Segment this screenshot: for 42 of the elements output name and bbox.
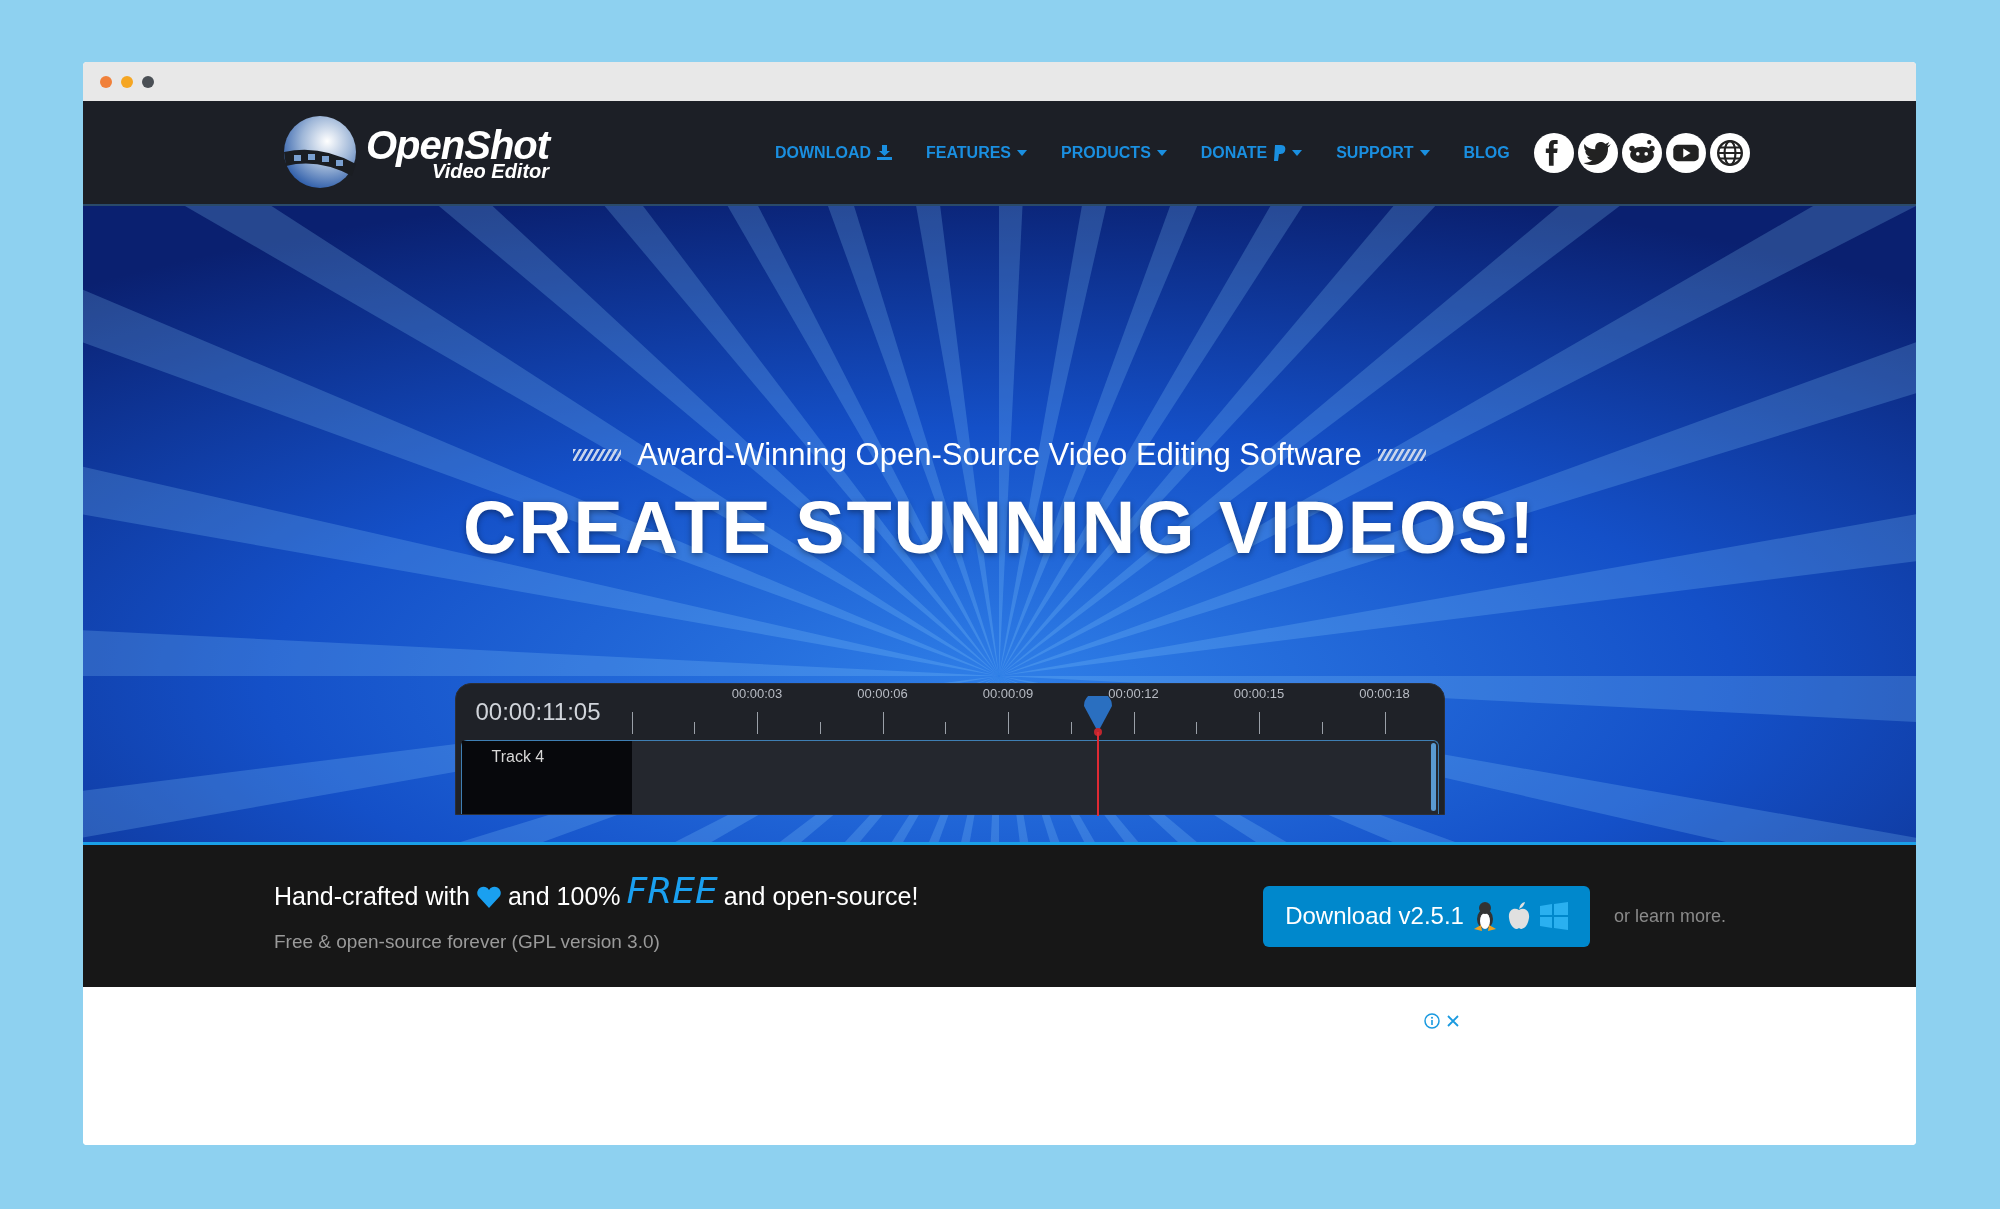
- nav-link[interactable]: SUPPORT: [1336, 140, 1430, 165]
- ruler-time-label: 00:00:09: [982, 684, 1034, 703]
- timecode: 00:00:11:05: [474, 696, 602, 727]
- stripe-ornament-icon: [1377, 449, 1426, 462]
- license-note: Free & open-source forever (GPL version 3.0): [274, 929, 661, 954]
- caret-icon: [1156, 149, 1167, 156]
- nav-link[interactable]: FEATURES: [926, 140, 1028, 165]
- heart-icon: [475, 885, 502, 908]
- facebook-icon[interactable]: [1533, 132, 1574, 173]
- reddit-icon[interactable]: [1621, 132, 1662, 173]
- scrollbar-handle[interactable]: [1430, 742, 1436, 811]
- twitter-icon[interactable]: [1577, 132, 1618, 173]
- ruler-time-label: 00:00:12: [1108, 684, 1159, 703]
- track-label: Track 4: [491, 747, 545, 765]
- ruler-time-label: 00:00:15: [1233, 684, 1285, 703]
- close-icon[interactable]: [1446, 1014, 1460, 1028]
- learn-more-link[interactable]: or learn more.: [1613, 902, 1726, 930]
- ruler-time-label: 00:00:06: [857, 684, 908, 703]
- hero-title: CREATE STUNNING VIDEOS!: [462, 490, 1537, 565]
- windows-icon: [1539, 902, 1568, 930]
- caret-icon: [1292, 149, 1303, 156]
- stripe-ornament-icon: [573, 449, 622, 462]
- promo-text: Hand-crafted with: [274, 881, 470, 912]
- nav-link[interactable]: DONATE: [1200, 140, 1303, 165]
- caret-icon: [1419, 149, 1430, 156]
- video-play-icon[interactable]: [1665, 132, 1706, 173]
- logo-wordmark[interactable]: OpenShot: [366, 124, 550, 165]
- download-icon: [877, 145, 892, 160]
- ruler-time-label: 00:00:18: [1359, 684, 1410, 703]
- nav-link[interactable]: PRODUCTS: [1061, 140, 1167, 165]
- paypal-icon: [1273, 144, 1287, 161]
- caret-icon: [1017, 149, 1028, 156]
- nav-link[interactable]: BLOG: [1463, 140, 1510, 165]
- ruler-time-label: 00:00:03: [731, 684, 783, 703]
- globe-icon[interactable]: [1709, 132, 1750, 173]
- promo-text: and 100%: [507, 881, 621, 912]
- download-button[interactable]: Download v2.5.1: [1263, 885, 1590, 947]
- promo-text: and open-source!: [723, 881, 919, 912]
- free-label: FREE: [626, 868, 718, 913]
- nav-link[interactable]: DOWNLOAD: [775, 140, 892, 165]
- hero-tagline: Award-Winning Open-Source Video Editing Software: [637, 436, 1362, 474]
- info-icon[interactable]: [1424, 1013, 1440, 1029]
